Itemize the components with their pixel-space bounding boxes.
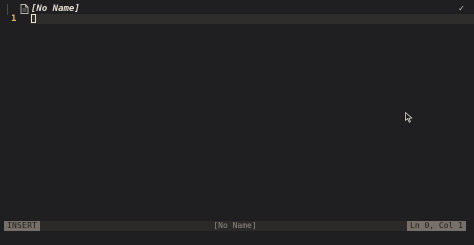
cursor-position[interactable]: Ln 0, Col 1 bbox=[407, 221, 466, 231]
current-line[interactable]: 1 bbox=[0, 14, 474, 24]
text-cursor bbox=[31, 14, 36, 23]
line-highlight bbox=[30, 14, 474, 24]
mouse-pointer-icon bbox=[405, 112, 413, 123]
editor-window: [No Name] ✓ 1 INSERT [No Name] Ln 0, Col… bbox=[0, 0, 474, 245]
line-number: 1 bbox=[11, 14, 17, 24]
document-icon bbox=[20, 4, 29, 14]
status-filename: [No Name] bbox=[213, 221, 257, 230]
status-bar: INSERT [No Name] Ln 0, Col 1 bbox=[4, 221, 466, 231]
